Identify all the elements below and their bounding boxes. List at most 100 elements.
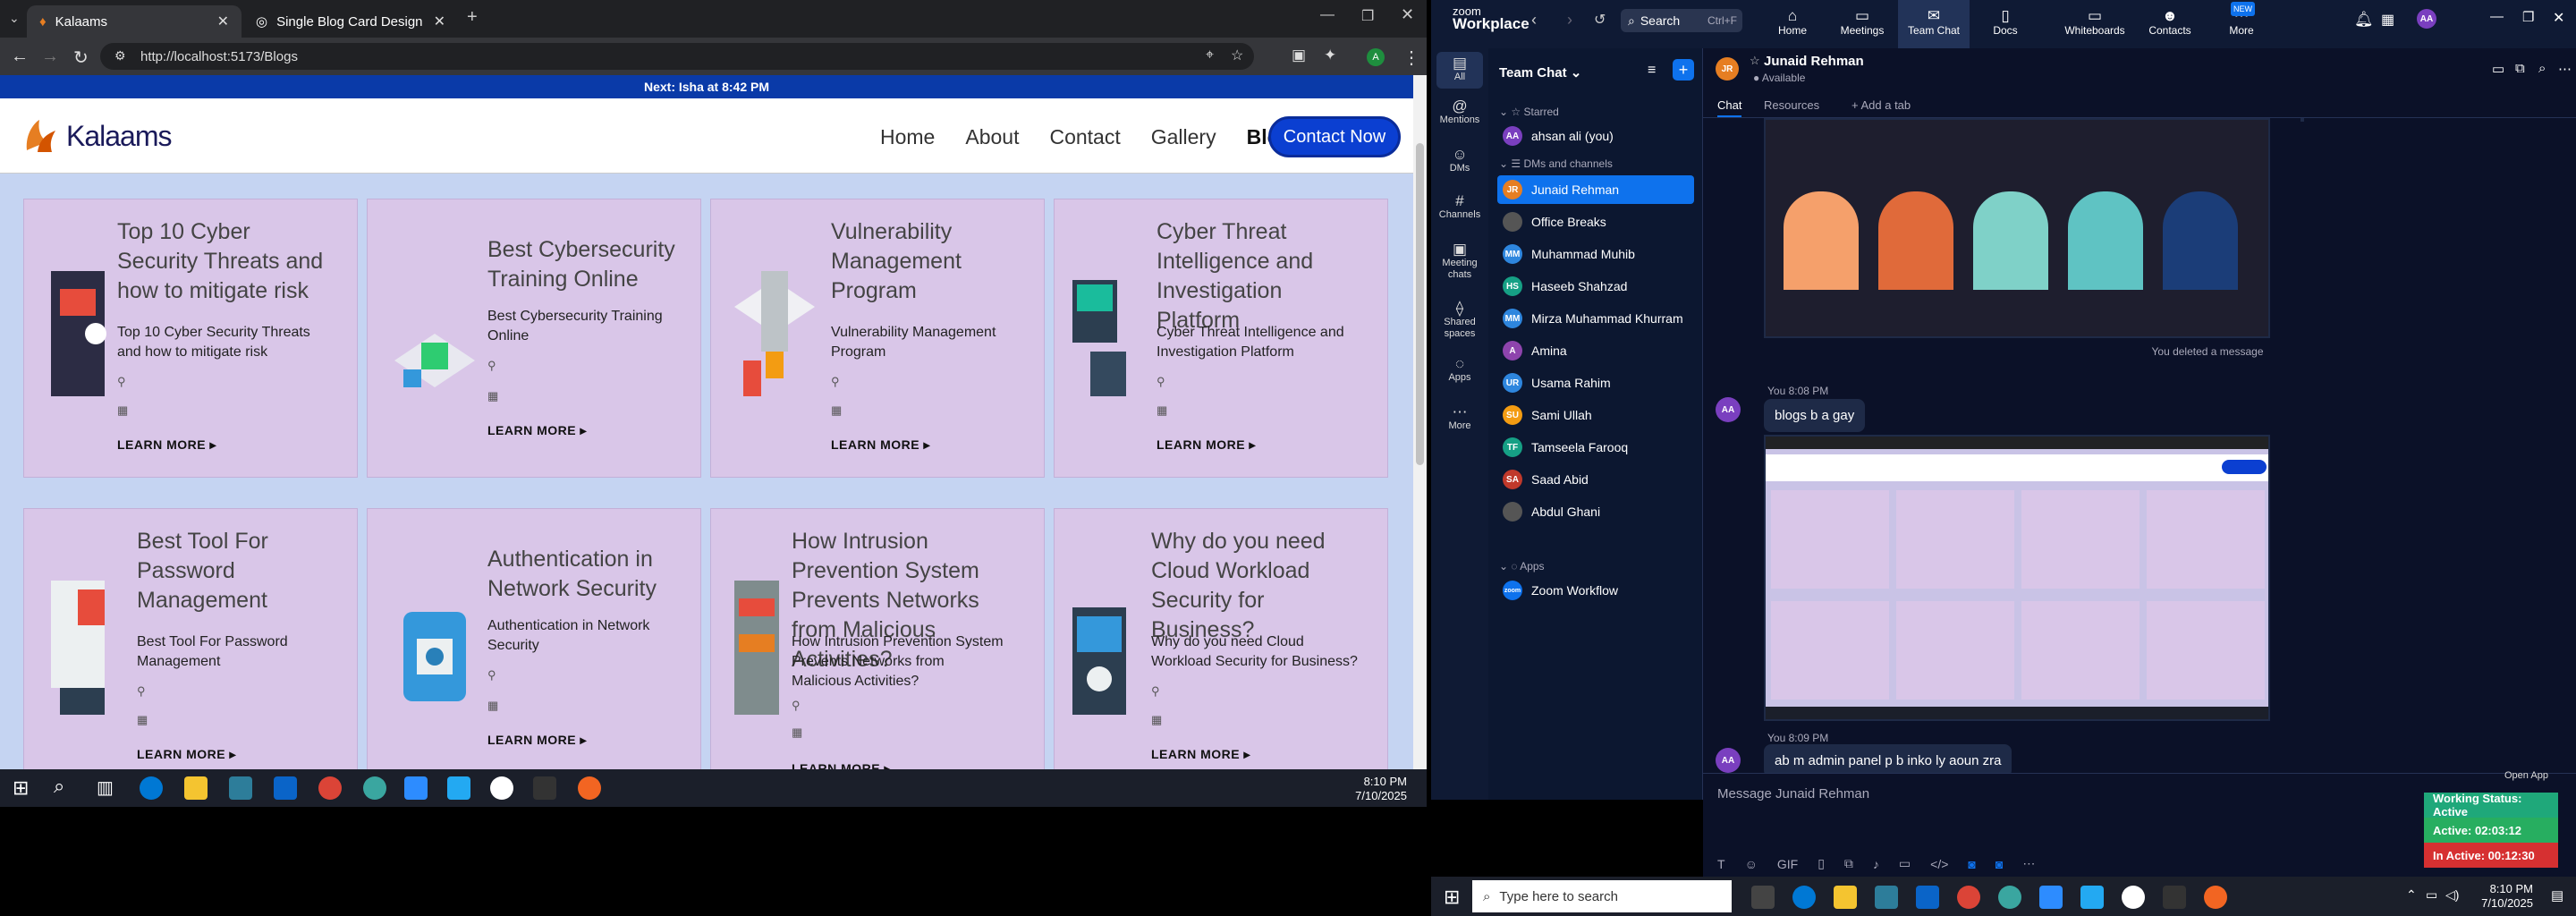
taskbar-search-input[interactable]: ⌕ Type here to search	[1472, 880, 1732, 912]
card-title[interactable]: Best Tool For Password Management	[137, 527, 352, 615]
store-icon[interactable]	[229, 776, 252, 800]
list-item[interactable]: HS Haseeb Shahzad	[1497, 272, 1694, 301]
tab-more[interactable]: NEW ⋯More	[2206, 0, 2277, 48]
maximize-icon[interactable]: ❐	[1361, 7, 1374, 25]
outlook-icon[interactable]	[274, 776, 297, 800]
vscode-icon[interactable]	[447, 776, 470, 800]
zoom-icon[interactable]	[404, 776, 428, 800]
more-options-icon[interactable]: ⋯	[2022, 856, 2035, 871]
avatar[interactable]: AA	[1716, 397, 1741, 422]
video-icon[interactable]: ▭	[2492, 61, 2504, 77]
search-icon[interactable]: ⌕	[54, 775, 64, 798]
learn-more-link[interactable]: LEARN MORE ▸	[831, 437, 930, 453]
windows-start-icon[interactable]: ⊞	[1444, 886, 1460, 909]
notification-center-icon[interactable]: ▤	[2551, 887, 2563, 903]
extensions-puzzle-icon[interactable]: ✦	[1324, 47, 1336, 64]
open-app-button[interactable]: Open App	[2504, 770, 2548, 781]
postman-icon[interactable]	[578, 776, 601, 800]
bookmark-star-icon[interactable]: ☆	[1231, 47, 1243, 64]
blog-card[interactable]: Top 10 Cyber Security Threats and how to…	[23, 199, 358, 478]
terminal-icon[interactable]	[2163, 886, 2186, 909]
rail-dms[interactable]: ☺ DMs	[1431, 147, 1488, 174]
blog-card[interactable]: Authentication in Network Security Authe…	[367, 508, 701, 769]
extension-icon[interactable]: ▣	[1292, 47, 1306, 64]
shared-image-2[interactable]	[1764, 435, 2270, 721]
task-view-icon[interactable]: ▥	[97, 776, 114, 799]
tab-search-icon[interactable]: ⌄	[9, 11, 20, 26]
learn-more-link[interactable]: LEARN MORE ▸	[1151, 747, 1250, 762]
blog-card[interactable]: Best Cybersecurity Training Online Best …	[367, 199, 701, 478]
blog-card[interactable]: Why do you need Cloud Workload Security …	[1054, 508, 1388, 769]
rail-shared-spaces[interactable]: ⟠ Shared spaces	[1431, 301, 1488, 340]
mic-icon[interactable]: ♪	[1873, 857, 1879, 871]
tab-single-blog[interactable]: ◎ Single Blog Card Design ✕	[243, 5, 458, 38]
close-tab-icon[interactable]: ✕	[217, 13, 229, 30]
chrome-icon[interactable]	[1957, 886, 1980, 909]
tab-chat[interactable]: Chat	[1717, 98, 1742, 117]
learn-more-link[interactable]: LEARN MORE ▸	[1157, 437, 1256, 453]
rail-more[interactable]: ⋯ More	[1431, 404, 1488, 432]
contact-now-button[interactable]: Contact Now	[1268, 116, 1401, 157]
card-title[interactable]: Best Cybersecurity Training Online	[487, 235, 702, 294]
tray-chevron-icon[interactable]: ⌃	[2406, 887, 2417, 903]
gif-icon[interactable]: GIF	[1777, 857, 1798, 871]
maximize-icon[interactable]: ❐	[2522, 9, 2534, 25]
tab-resources[interactable]: Resources	[1764, 98, 1819, 112]
list-item[interactable]: SU Sami Ullah	[1497, 401, 1694, 429]
card-title[interactable]: Vulnerability Management Program	[831, 217, 1046, 306]
notifications-bell-icon[interactable]: 🔔︎	[2354, 11, 2374, 29]
nav-gallery[interactable]: Gallery	[1151, 125, 1216, 149]
history-icon[interactable]: ↺	[1594, 11, 1606, 29]
back-icon[interactable]: ‹	[1531, 11, 1537, 30]
blog-card[interactable]: Vulnerability Management Program Vulnera…	[710, 199, 1045, 478]
minimize-icon[interactable]: —	[2490, 9, 2504, 24]
section-starred[interactable]: ⌄ ☆ Starred	[1499, 106, 1559, 118]
forward-icon[interactable]: ›	[1567, 11, 1572, 30]
card-title[interactable]: Cyber Threat Intelligence and Investigat…	[1157, 217, 1371, 335]
learn-more-link[interactable]: LEARN MORE ▸	[117, 437, 216, 453]
zoom-search-input[interactable]: ⌕ Search Ctrl+F	[1621, 9, 1742, 32]
list-item[interactable]: Office Breaks	[1497, 208, 1694, 236]
more-options-icon[interactable]: ⋯	[2558, 61, 2572, 77]
list-item[interactable]: JR Junaid Rehman	[1497, 175, 1694, 204]
chrome-profile-icon[interactable]	[1998, 886, 2021, 909]
avatar[interactable]: AA	[1716, 748, 1741, 773]
rail-mentions[interactable]: @ Mentions	[1431, 98, 1488, 126]
app-icon[interactable]: ◙	[1968, 857, 1975, 871]
tab-docs[interactable]: ▯ Docs	[1970, 0, 2041, 48]
location-icon[interactable]: ⌖	[1206, 47, 1214, 64]
rail-channels[interactable]: # Channels	[1431, 193, 1488, 221]
edge-icon[interactable]	[140, 776, 163, 800]
volume-icon[interactable]: ◁)	[2445, 887, 2459, 903]
close-tab-icon[interactable]: ✕	[434, 13, 445, 30]
outlook-icon[interactable]	[1916, 886, 1939, 909]
network-icon[interactable]: ▭	[2426, 887, 2437, 903]
menu-kebab-icon[interactable]: ⋮	[1402, 47, 1420, 69]
chat-title[interactable]: Junaid Rehman	[1764, 54, 1864, 69]
app-icon[interactable]: ◙	[1996, 857, 2003, 871]
blog-card[interactable]: How Intrusion Prevention System Prevents…	[710, 508, 1045, 769]
code-icon[interactable]: </>	[1930, 857, 1948, 871]
reload-icon[interactable]: ↻	[73, 47, 89, 69]
blog-card[interactable]: Best Tool For Password Management Best T…	[23, 508, 358, 769]
card-title[interactable]: Why do you need Cloud Workload Security …	[1151, 527, 1366, 645]
chrome-icon[interactable]	[318, 776, 342, 800]
chrome-profile-icon[interactable]	[363, 776, 386, 800]
section-dms-channels[interactable]: ⌄ ☰ DMs and channels	[1499, 157, 1613, 170]
postman-icon[interactable]	[2204, 886, 2227, 909]
list-item[interactable]: UR Usama Rahim	[1497, 369, 1694, 397]
list-item[interactable]: MM Muhammad Muhib	[1497, 240, 1694, 268]
avatar[interactable]: JR	[1716, 57, 1739, 81]
compose-plus-button[interactable]: +	[1673, 59, 1694, 81]
filter-icon[interactable]: ≡	[1648, 63, 1656, 79]
emoji-icon[interactable]: ☺	[1745, 857, 1758, 871]
list-item[interactable]: Abdul Ghani	[1497, 497, 1694, 526]
list-item[interactable]: A Amina	[1497, 336, 1694, 365]
learn-more-link[interactable]: LEARN MORE ▸	[792, 761, 891, 769]
store-icon[interactable]	[1875, 886, 1898, 909]
app-icon[interactable]	[2122, 886, 2145, 909]
rail-apps[interactable]: ◌ Apps	[1431, 356, 1488, 384]
star-icon[interactable]: ☆	[1750, 54, 1760, 68]
app-icon[interactable]	[490, 776, 513, 800]
new-tab-button[interactable]: +	[467, 7, 478, 28]
